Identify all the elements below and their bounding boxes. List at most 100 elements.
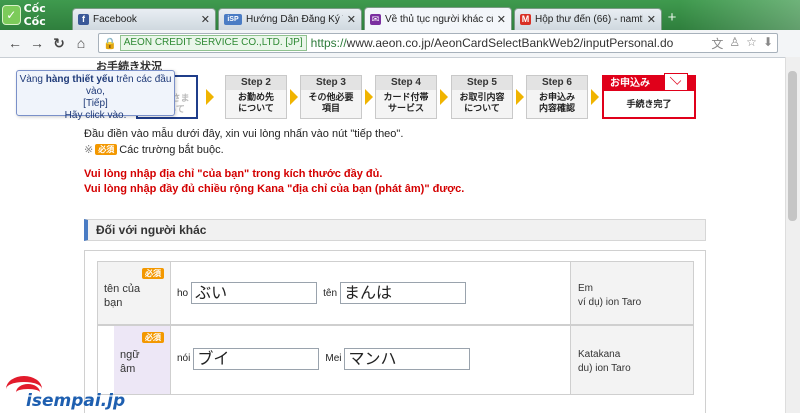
name-fields: ho ぶい tên まんは [171, 262, 571, 324]
first-name-kana-label: Mei [325, 353, 342, 364]
field-label-line: bạn [104, 297, 123, 309]
tab-title: Facebook [93, 14, 137, 25]
step-3: Step 3 その他必要 項目 [300, 75, 362, 119]
new-tab-button[interactable]: + [664, 9, 680, 27]
field-label-line: tên của [104, 283, 141, 295]
close-icon[interactable]: ✕ [201, 13, 210, 26]
page-content: お手続き状況 ご本人さま について Step 2 お勤め先 について Step … [0, 57, 786, 413]
url-path: www.aeon.co.jp/AeonCardSelectBankWeb2/in… [346, 36, 674, 50]
watermark: isempai.jp [0, 372, 160, 413]
hint-line: du) ion Taro [578, 363, 631, 374]
tab-isempai[interactable]: iSP Hướng Dẫn Đăng Ký Thẻ C ✕ [218, 8, 362, 30]
step-label: 手続き完了 [626, 99, 672, 109]
step-number: Step 2 [226, 76, 286, 90]
help-tooltip: Vàng hàng thiết yếu trên các đầu vào, [T… [16, 70, 175, 121]
hint-line: Katakana [578, 349, 621, 360]
tab-title: Hướng Dẫn Đăng Ký Thẻ C [246, 14, 343, 25]
step-label: その他必要 項目 [308, 92, 354, 113]
personal-form: tên của bạn 必須 ho ぶい tên まんは Em ví dụ) i… [84, 250, 706, 413]
step-number: Step 3 [301, 76, 361, 90]
last-name-kana-input[interactable]: ブイ [193, 348, 320, 370]
ev-certificate-label[interactable]: AEON CREDIT SERVICE CO.,LTD. [JP] [119, 35, 307, 51]
watermark-text: isempai.jp [26, 391, 126, 411]
required-badge: 必須 [142, 332, 164, 343]
field-label-name: tên của bạn 必須 [98, 262, 171, 324]
close-icon[interactable]: ✕ [347, 13, 356, 26]
close-icon[interactable]: ✕ [497, 13, 506, 26]
field-hint-phonetic: Katakana du) ion Taro [570, 326, 693, 394]
warning-kana: Vui lòng nhập đầy đủ chiều rộng Kana "đị… [84, 183, 465, 195]
step-number: Step 4 [376, 76, 436, 90]
tab-title: Hộp thư đến (66) - namthu [535, 14, 643, 25]
lock-icon: 🔒 [103, 37, 117, 50]
step-label: お取引内容 について [459, 92, 505, 113]
tab-aeon-active[interactable]: ✉ Về thủ tục người khác của ✕ [364, 7, 512, 30]
step-arrow [440, 89, 448, 105]
url-text[interactable]: https://www.aeon.co.jp/AeonCardSelectBan… [311, 36, 674, 50]
mail-icon: ✉ [370, 13, 381, 25]
tab-title: Về thủ tục người khác của [385, 13, 493, 25]
forward-icon[interactable]: → [28, 34, 46, 52]
step-complete: お申込み 手続き完了 [602, 73, 696, 119]
isempai-icon: iSP [224, 14, 242, 25]
step-label: お申込み 内容確認 [538, 92, 575, 113]
gmail-icon: M [520, 14, 531, 25]
first-name-kana-input[interactable]: マンハ [344, 348, 471, 370]
required-note: ※ 必須 Các trường bắt buộc. [84, 143, 224, 157]
download-icon[interactable]: ⬇ [763, 35, 773, 52]
step-5: Step 5 お取引内容 について [451, 75, 513, 119]
field-label-line: ngữ [120, 349, 140, 361]
tooltip-line-1: Vàng hàng thiết yếu trên các đầu vào, [17, 74, 174, 98]
tab-facebook[interactable]: f Facebook ✕ [72, 8, 216, 30]
form-row-name: tên của bạn 必須 ho ぶい tên まんは Em ví dụ) i… [97, 261, 694, 325]
back-icon[interactable]: ← [6, 34, 24, 52]
tooltip-line-3: Hãy click vào. [64, 110, 127, 121]
required-badge: 必須 [95, 144, 118, 155]
tooltip-bold-text: hàng thiết yếu [45, 74, 114, 85]
required-badge: 必須 [142, 268, 164, 279]
field-hint-name: Em ví dụ) ion Taro [570, 262, 693, 324]
form-instructions: Đầu điền vào mẫu dưới đây, xin vui lòng … [84, 128, 404, 140]
envelope-icon [664, 73, 688, 91]
phonetic-fields: nói ブイ Mei マンハ [171, 326, 571, 394]
browser-brand-name: Cốc Cốc [23, 2, 46, 28]
step-6: Step 6 お申込み 内容確認 [526, 75, 588, 119]
step-arrow [290, 89, 298, 105]
last-name-label: ho [177, 287, 189, 299]
step-arrow [365, 89, 373, 105]
facebook-icon: f [78, 14, 89, 25]
first-name-input[interactable]: まんは [340, 282, 467, 304]
browser-titlebar: ✓ Cốc Cốc f Facebook ✕ iSP Hướng Dẫn Đăn… [0, 0, 800, 30]
step-arrow [591, 89, 599, 105]
browser-brand[interactable]: ✓ Cốc Cốc [2, 2, 68, 28]
step-2: Step 2 お勤め先 について [225, 75, 287, 119]
last-name-kana-label: nói [177, 353, 191, 364]
url-scheme: https:// [310, 36, 347, 50]
browser-toolbar: ← → ↻ ⌂ 🔒 AEON CREDIT SERVICE CO.,LTD. [… [0, 30, 800, 79]
reload-icon[interactable]: ↻ [50, 34, 68, 52]
step-label: お勤め先 について [237, 92, 274, 113]
step-arrow [516, 89, 524, 105]
step-label: カード付帯 サービス [383, 92, 429, 113]
scrollbar-thumb[interactable] [788, 71, 797, 221]
hint-line: ví dụ) ion Taro [578, 297, 642, 308]
vertical-scrollbar[interactable] [785, 57, 800, 413]
tooltip-text: Vàng [19, 74, 46, 85]
close-icon[interactable]: ✕ [647, 13, 656, 26]
step-number: Step 5 [452, 76, 512, 90]
form-row-phonetic: ngữ âm 必須 nói ブイ Mei マンハ Katakana du) io… [97, 325, 694, 395]
address-tools: 文 ♙ ☆ ⬇ [711, 35, 777, 52]
step-4: Step 4 カード付帯 サービス [375, 75, 437, 119]
home-icon[interactable]: ⌂ [72, 34, 90, 52]
last-name-input[interactable]: ぶい [191, 282, 318, 304]
extension-icon[interactable]: ♙ [729, 35, 740, 52]
first-name-label: tên [323, 287, 338, 299]
section-header: Đối với người khác [84, 219, 706, 241]
address-bar[interactable]: 🔒 AEON CREDIT SERVICE CO.,LTD. [JP] http… [98, 33, 778, 53]
translate-icon[interactable]: 文 [711, 35, 723, 52]
required-note-text: Các trường bắt buộc. [119, 143, 224, 156]
bookmark-star-icon[interactable]: ☆ [746, 35, 757, 52]
titlebar-decoration [680, 0, 800, 30]
tab-gmail[interactable]: M Hộp thư đến (66) - namthu ✕ [514, 8, 662, 30]
tooltip-line-2: [Tiếp] [83, 98, 108, 109]
